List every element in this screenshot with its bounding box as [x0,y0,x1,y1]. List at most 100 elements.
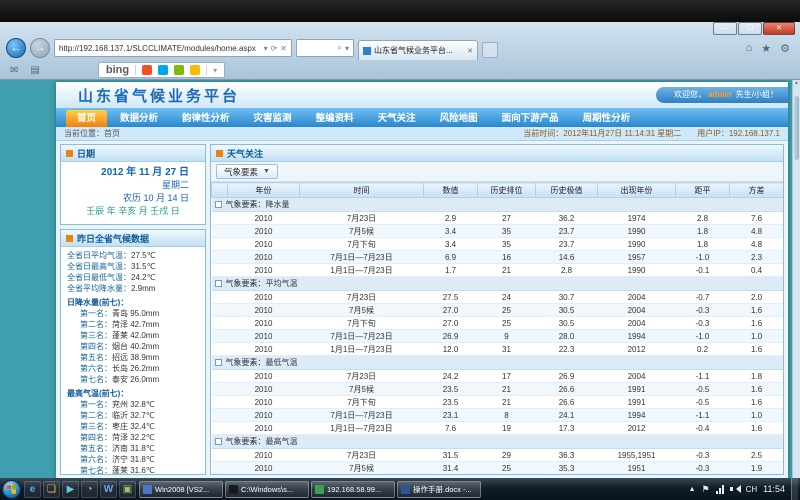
cell: 26.6 [536,383,598,396]
print-icon[interactable]: ▤ [30,65,39,76]
file-explorer-icon[interactable]: ❏ [43,481,60,498]
cell: -1.1 [676,409,730,422]
cell: 7月23日 [300,449,424,462]
network-icon[interactable] [716,485,724,494]
stop-icon[interactable]: ✕ [280,44,287,53]
nav-item-4[interactable]: 灾害监测 [243,110,303,127]
mail-icon[interactable]: ✉ [10,65,18,76]
table-group-row[interactable]: 气象要素：最低气温 [212,356,784,370]
taskbar-app-1[interactable]: Win2008 [VS2... [139,481,223,498]
show-desktop-button[interactable] [791,478,798,500]
cell: 1.6 [730,383,784,396]
action-center-flag-icon[interactable]: ⚑ [702,485,710,494]
language-indicator[interactable]: CH [746,485,758,494]
collapse-icon[interactable] [215,201,222,208]
app-label: C:\Windows\s... [241,485,293,494]
nav-item-2[interactable]: 数据分析 [109,110,169,127]
taskbar-app-3[interactable]: 192.168.58.99... [311,481,395,498]
nav-item-3[interactable]: 韵律性分析 [171,110,241,127]
group-label: 气象要素：降水量 [226,200,290,209]
new-tab-button[interactable] [482,42,498,58]
media-player-icon[interactable]: ▶ [62,481,79,498]
word-icon[interactable]: W [100,481,117,498]
element-filter-button[interactable]: 气象要素 ▼ [216,164,278,179]
cell: 19 [478,422,536,435]
tools-gear-icon[interactable]: ⚙ [780,42,790,55]
clock[interactable]: 11:54 [763,484,785,494]
current-time-label: 当前时间：2012年11月27日 11:14:31 星期二 [523,128,681,139]
volume-icon[interactable] [730,484,740,494]
cell: 25 [478,304,536,317]
maximize-button[interactable]: ❐ [738,22,762,35]
close-button[interactable]: ✕ [763,22,795,35]
home-icon[interactable]: ⌂ [746,42,753,55]
chrome-icon[interactable]: ◔ [81,481,98,498]
breadcrumb: 当前位置：首页 [64,128,120,139]
favorites-star-icon[interactable]: ★ [761,42,771,55]
cell: 2.3 [730,251,784,264]
tab-close-icon[interactable]: ✕ [467,47,473,55]
nav-item-1[interactable]: 首页 [66,110,107,127]
remote-desktop-icon[interactable]: ▣ [119,481,136,498]
nav-item-7[interactable]: 风险地图 [429,110,489,127]
start-button[interactable] [2,480,21,499]
table-group-row[interactable]: 气象要素：降水量 [212,198,784,212]
filter-button-label: 气象要素 [224,166,258,178]
forward-button[interactable]: → [30,38,50,58]
climate-rank-item: 第六名：长岛 26.2mm [67,363,201,374]
bing-tool-icon-3[interactable] [174,65,184,75]
collapse-icon[interactable] [215,359,222,366]
nav-item-6[interactable]: 天气关注 [367,110,427,127]
cell: 26.6 [536,396,598,409]
panel-bullet-icon [66,150,73,157]
table-row: 20107月23日27.52430.72004-0.72.0 [212,291,784,304]
row-select [212,212,228,225]
cell: 1.8 [676,225,730,238]
cell: -0.1 [676,264,730,277]
row-select [212,291,228,304]
page-scrollbar[interactable]: ▲ [792,80,800,478]
search-dropdown-icon[interactable]: ▾ [345,44,349,53]
hidden-icons-arrow[interactable]: ▲ [689,486,696,493]
nav-item-5[interactable]: 整编资料 [305,110,365,127]
dropdown-arrow-icon[interactable]: ▾ [264,44,268,53]
bing-tool-icon-1[interactable] [142,65,152,75]
nav-item-8[interactable]: 面向下游产品 [491,110,570,127]
cell: 22.3 [536,343,598,356]
collapse-icon[interactable] [215,438,222,445]
search-box[interactable]: ⌕ ▾ [296,39,354,57]
taskbar-app-2[interactable]: C:\Windows\s... [225,481,309,498]
table-header-select [212,183,228,198]
row-select [212,383,228,396]
back-button[interactable]: ← [6,38,26,58]
table-row: 20107月5候3.43523.719901.84.8 [212,225,784,238]
col-header-4: 历史排位 [478,183,536,198]
cell: 35.3 [536,462,598,475]
row-select [212,264,228,277]
cell: 27.0 [424,304,478,317]
scrollbar-thumb[interactable] [794,96,799,160]
table-group-row[interactable]: 气象要素：平均气温 [212,277,784,291]
url-text[interactable]: http://192.168.137.1/SLCCLIMATE/modules/… [59,44,261,53]
cell: 1月1日—7月23日 [300,264,424,277]
minimize-button[interactable]: — [713,22,737,35]
bing-options-icon[interactable]: ▾ [213,66,217,75]
search-icon[interactable]: ⌕ [338,43,342,53]
internet-explorer-icon[interactable]: e [24,481,41,498]
cell: 1991 [598,383,676,396]
bing-tool-icon-2[interactable] [158,65,168,75]
bing-toolbar[interactable]: bing ▾ [98,62,225,78]
bing-logo[interactable]: bing [106,64,129,76]
cell: -0.4 [676,422,730,435]
table-group-row[interactable]: 气象要素：最高气温 [212,435,784,449]
collapse-icon[interactable] [215,280,222,287]
cell: 2010 [228,304,300,317]
nav-item-9[interactable]: 周期性分析 [572,110,642,127]
climate-rank-item: 第三名：蓬莱 42.0mm [67,330,201,341]
refresh-icon[interactable]: ⟳ [271,44,278,53]
browser-tab[interactable]: 山东省气候业务平台... ✕ [358,40,478,60]
bing-tool-icon-4[interactable] [190,65,200,75]
taskbar-app-4[interactable]: 操作手册.docx -... [397,481,481,498]
main-panel-title: 天气关注 [227,147,263,160]
address-bar[interactable]: http://192.168.137.1/SLCCLIMATE/modules/… [54,39,292,57]
